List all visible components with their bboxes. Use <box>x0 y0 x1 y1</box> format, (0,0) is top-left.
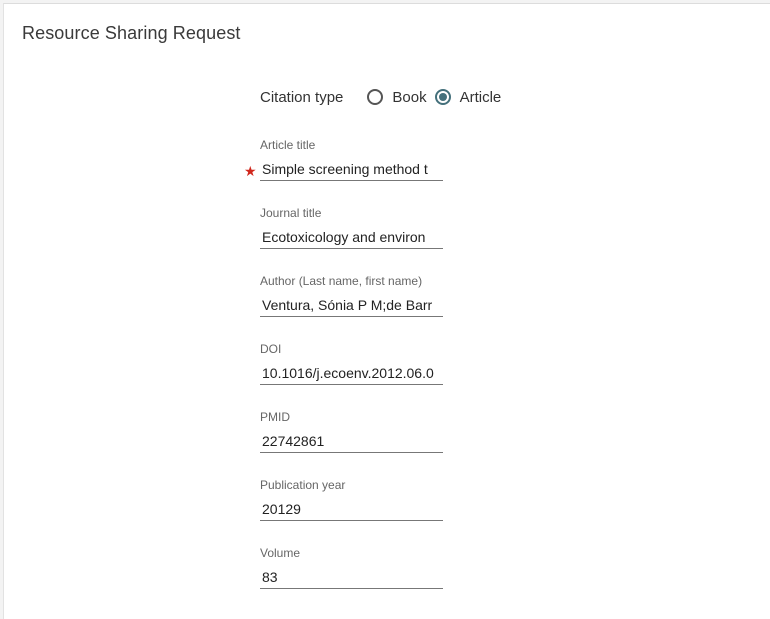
doi-label: DOI <box>260 342 282 356</box>
author-label: Author (Last name, first name) <box>260 274 423 288</box>
publication-year-input[interactable] <box>260 497 443 521</box>
doi-field: DOI <box>260 341 443 385</box>
article-radio-button[interactable] <box>434 89 451 105</box>
citation-type-group: Citation type Book Article <box>260 86 509 108</box>
pmid-label: PMID <box>260 410 290 424</box>
volume-field: Volume <box>260 545 443 589</box>
book-radio-label[interactable]: Book <box>392 89 426 106</box>
publication-year-label: Publication year <box>260 478 346 492</box>
article-radio-label[interactable]: Article <box>460 89 502 106</box>
article-title-input[interactable] <box>260 157 443 181</box>
citation-type-label: Citation type <box>260 88 344 106</box>
publication-year-field: Publication year <box>260 477 443 521</box>
pmid-input[interactable] <box>260 429 443 453</box>
citation-type-book-option[interactable]: Book <box>367 89 427 106</box>
author-input[interactable] <box>260 293 443 317</box>
author-field: Author (Last name, first name) <box>260 273 443 317</box>
article-title-field: Article title <box>260 137 443 181</box>
journal-title-label: Journal title <box>260 206 322 220</box>
request-panel: Resource Sharing Request Citation type B… <box>3 3 770 619</box>
citation-type-article-option[interactable]: Article <box>434 89 502 106</box>
page-title: Resource Sharing Request <box>22 23 241 43</box>
pmid-field: PMID <box>260 409 443 453</box>
volume-label: Volume <box>260 546 301 560</box>
journal-title-field: Journal title <box>260 205 443 249</box>
doi-input[interactable] <box>260 361 443 385</box>
article-title-label: Article title <box>260 138 316 152</box>
volume-input[interactable] <box>260 565 443 589</box>
required-star-icon: ★ <box>244 163 257 179</box>
book-radio-button[interactable] <box>367 89 384 105</box>
journal-title-input[interactable] <box>260 225 443 249</box>
